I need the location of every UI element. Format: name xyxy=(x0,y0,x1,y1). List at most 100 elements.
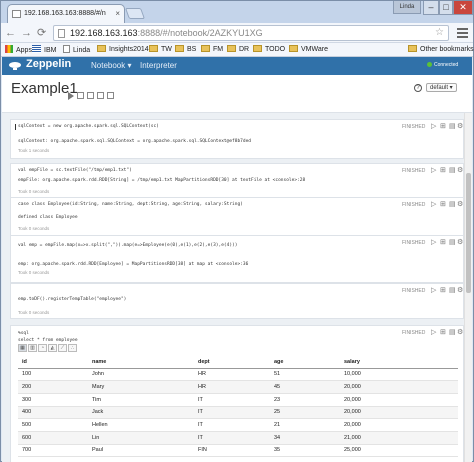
run-paragraph-icon[interactable]: ▷ xyxy=(431,239,436,247)
new-tab-button[interactable] xyxy=(124,8,146,19)
back-arrow-icon[interactable]: ← xyxy=(5,26,16,40)
table-cell: Hellen xyxy=(88,418,194,432)
run-paragraph-icon[interactable]: ▷ xyxy=(431,167,436,175)
toggle-editor-icon[interactable]: ⊞ xyxy=(440,239,446,247)
settings-gear-icon[interactable]: ⚙ xyxy=(457,239,463,247)
toggle-editor-icon[interactable]: ⊞ xyxy=(440,201,446,209)
address-bar[interactable]: 192.168.163.163:8888/#/notebook/2AZKYU1X… xyxy=(53,25,449,41)
settings-gear-icon[interactable]: ⚙ xyxy=(457,201,463,209)
toggle-code-icon[interactable] xyxy=(77,92,84,100)
column-header-name[interactable]: name xyxy=(88,356,194,369)
toggle-editor-icon[interactable]: ⊞ xyxy=(440,123,446,131)
column-header-age[interactable]: age xyxy=(270,356,340,369)
table-cell: Jack xyxy=(88,406,194,420)
toggle-output-icon[interactable] xyxy=(87,92,94,100)
interpreter-select[interactable]: default ▾ xyxy=(426,83,457,92)
user-profile-badge[interactable]: Linda xyxy=(393,1,421,14)
bookmark-todo[interactable]: TODO xyxy=(253,45,285,55)
bookmark-ibm[interactable]: IBM xyxy=(32,45,56,56)
settings-gear-icon[interactable]: ⚙ xyxy=(457,287,463,295)
nav-notebook-menu[interactable]: Notebook ▾ xyxy=(91,61,131,70)
minimize-button[interactable]: – xyxy=(423,1,439,15)
toggle-output-icon[interactable]: ▤ xyxy=(449,123,456,131)
table-row: 600 Lin IT 34 21,000 xyxy=(18,431,458,445)
toggle-editor-icon[interactable]: ⊞ xyxy=(440,287,446,295)
page-scrollbar[interactable] xyxy=(464,113,472,462)
close-tab-icon[interactable]: × xyxy=(115,9,120,18)
toggle-editor-icon[interactable]: ⊞ xyxy=(440,329,446,337)
table-cell: 25 xyxy=(270,406,340,420)
bookmarks-bar: Apps IBM Linda Insights2014 TW BS FM DR … xyxy=(1,43,474,57)
paragraph-code[interactable]: emp.toDF().registerTempTable("employee") xyxy=(18,296,388,303)
paragraph-code[interactable]: %sql select * from employee xyxy=(18,330,388,344)
run-paragraph-icon[interactable]: ▷ xyxy=(431,287,436,295)
header-right: ? default ▾ xyxy=(414,83,457,92)
line-chart-icon[interactable]: ⟋ xyxy=(58,344,67,352)
paragraph-code[interactable]: sqlContext = new org.apache.spark.sql.SQ… xyxy=(18,123,388,130)
bookmark-other[interactable]: Other bookmarks xyxy=(408,45,474,55)
bookmark-star-icon[interactable]: ☆ xyxy=(435,27,444,38)
paragraph-code[interactable]: val empFile = sc.textFile("/tmp/emp1.txt… xyxy=(18,167,388,174)
folder-icon xyxy=(408,45,417,52)
table-cell: 700 xyxy=(18,444,88,458)
bar-chart-icon[interactable]: ▥ xyxy=(28,344,37,352)
clear-output-icon[interactable] xyxy=(97,92,104,100)
reload-icon[interactable]: ⟳ xyxy=(37,26,46,40)
table-view-icon[interactable]: ▦ xyxy=(18,344,27,352)
settings-gear-icon[interactable]: ⚙ xyxy=(457,329,463,337)
column-header-dept[interactable]: dept xyxy=(194,356,270,369)
table-cell: HR xyxy=(194,380,270,394)
bookmark-apps[interactable]: Apps xyxy=(5,45,32,56)
run-paragraph-icon[interactable]: ▷ xyxy=(431,329,436,337)
toggle-editor-icon[interactable]: ⊞ xyxy=(440,167,446,175)
paragraph-sql[interactable]: %sql select * from employee FINISHED ▷ ⊞… xyxy=(10,325,464,462)
bookmark-bs[interactable]: BS xyxy=(175,45,196,55)
paragraph[interactable]: val emp = empFile.map(x=>x.split(",")).m… xyxy=(10,235,464,283)
table-cell: 23 xyxy=(270,393,340,407)
bookmark-tw[interactable]: TW xyxy=(149,45,172,55)
settings-gear-icon[interactable]: ⚙ xyxy=(457,167,463,175)
column-header-id[interactable]: id xyxy=(18,356,88,369)
app-navbar: Zeppelin Notebook ▾ Interpreter Connecte… xyxy=(2,57,472,75)
run-paragraph-icon[interactable]: ▷ xyxy=(431,201,436,209)
toggle-output-icon[interactable]: ▤ xyxy=(449,201,456,209)
bookmark-dr[interactable]: DR xyxy=(227,45,249,55)
delete-notebook-icon[interactable] xyxy=(107,92,114,100)
scatter-chart-icon[interactable]: ∴ xyxy=(68,344,77,352)
run-all-icon[interactable] xyxy=(68,91,74,100)
pie-chart-icon[interactable]: ◔ xyxy=(38,344,47,352)
toggle-output-icon[interactable]: ▤ xyxy=(449,287,456,295)
toggle-output-icon[interactable]: ▤ xyxy=(449,167,456,175)
table-cell: IT xyxy=(194,406,270,420)
column-header-salary[interactable]: salary xyxy=(340,356,458,369)
bookmark-linda[interactable]: Linda xyxy=(63,45,90,56)
toggle-output-icon[interactable]: ▤ xyxy=(449,239,456,247)
paragraph[interactable]: sqlContext = new org.apache.spark.sql.SQ… xyxy=(10,119,464,159)
table-cell: 20,000 xyxy=(340,418,458,432)
paragraph-status: FINISHED xyxy=(402,124,426,130)
paragraph-code[interactable]: case class Employee(id:String, name:Stri… xyxy=(18,201,388,208)
table-cell: Tim xyxy=(88,393,194,407)
maximize-button[interactable]: □ xyxy=(439,1,453,15)
settings-gear-icon[interactable]: ⚙ xyxy=(457,123,463,131)
paragraph[interactable]: emp.toDF().registerTempTable("employee")… xyxy=(10,283,464,319)
close-window-button[interactable]: ✕ xyxy=(453,1,473,15)
nav-interpreter-link[interactable]: Interpreter xyxy=(140,61,177,70)
brand-name[interactable]: Zeppelin xyxy=(26,58,71,70)
browser-menu-icon[interactable] xyxy=(457,28,468,38)
paragraph[interactable]: case class Employee(id:String, name:Stri… xyxy=(10,197,464,240)
run-paragraph-icon[interactable]: ▷ xyxy=(431,123,436,131)
table-cell: 500 xyxy=(18,418,88,432)
scrollbar-thumb[interactable] xyxy=(466,173,471,293)
table-cell: FIN xyxy=(194,444,270,458)
area-chart-icon[interactable]: ◭ xyxy=(48,344,57,352)
browser-tab[interactable]: 192.168.163.163:8888/#/n × xyxy=(7,4,125,23)
toggle-output-icon[interactable]: ▤ xyxy=(449,329,456,337)
help-icon[interactable]: ? xyxy=(414,84,422,92)
paragraph-code[interactable]: val emp = empFile.map(x=>x.split(",")).m… xyxy=(18,242,388,249)
table-cell: 51 xyxy=(270,368,340,382)
bookmark-vmware[interactable]: VMWare xyxy=(289,45,328,55)
forward-arrow-icon[interactable]: → xyxy=(21,26,32,40)
bookmark-insights2014[interactable]: Insights2014 xyxy=(97,45,149,55)
bookmark-fm[interactable]: FM xyxy=(201,45,223,55)
